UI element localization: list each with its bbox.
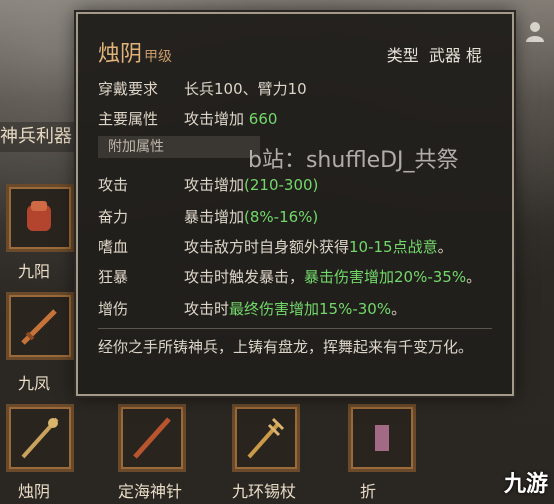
slot-label: 烛阴 <box>18 482 51 501</box>
weapon-slot-zhuyin[interactable] <box>6 404 74 472</box>
attr-text: 攻击时触发暴击， <box>184 268 305 286</box>
item-description: 经你之手所铸神兵，上铸有盘龙，挥舞起来有千变万化。 <box>98 338 474 356</box>
attr-value: 暴击伤害增加20%-35% <box>304 268 467 286</box>
extra-attr-header: 附加属性 <box>98 136 260 158</box>
row-key: 嗜血 <box>98 238 129 256</box>
row-value: 攻击增加(210-300) <box>184 174 318 195</box>
attr-value: 最终伤害增加15%-30% <box>229 300 392 318</box>
attr-value: 10-15点战意 <box>349 238 438 256</box>
item-name: 烛阴 甲级 <box>98 36 172 68</box>
user-icon[interactable] <box>524 20 546 42</box>
item-name-text: 烛阴 <box>98 42 143 67</box>
attr-text: 攻击敌方时自身额外获得 <box>184 238 350 256</box>
attr-text: 暴击增加 <box>184 208 245 226</box>
attr-suffix: 。 <box>391 300 407 318</box>
staff-icon <box>133 417 171 459</box>
sword-icon <box>21 309 57 345</box>
attr-text: 攻击时 <box>184 300 230 318</box>
brand-logo: 九游 <box>503 472 548 497</box>
trident-icon <box>247 417 285 459</box>
row-key: 主要属性 <box>98 110 159 128</box>
row-value: 攻击敌方时自身额外获得10-15点战意。 <box>184 236 453 257</box>
attr-value: (8%-16%) <box>244 208 319 226</box>
main-attr-text: 攻击增加 <box>184 110 245 128</box>
attr-suffix: 。 <box>437 238 453 256</box>
row-key: 狂暴 <box>98 268 129 286</box>
main-attr-value: 660 <box>248 110 278 128</box>
attr-suffix: 。 <box>466 268 482 286</box>
watermark: b站：shuffleDJ_共祭 <box>248 148 459 173</box>
attr-value: (210-300) <box>244 176 319 194</box>
item-type-label: 类型 <box>386 46 419 65</box>
item-type-value: 武器 棍 <box>428 46 482 65</box>
row-value: 长兵100、臂力10 <box>184 80 307 98</box>
slot-label: 折 <box>360 482 377 501</box>
weapon-slot-dinghai[interactable] <box>118 404 186 472</box>
row-key: 穿戴要求 <box>98 80 159 98</box>
weapon-slot-jiufeng[interactable] <box>6 292 74 360</box>
row-key: 攻击 <box>98 176 129 194</box>
row-key: 增伤 <box>98 300 129 318</box>
spiked-club-icon <box>375 425 389 451</box>
item-grade: 甲级 <box>144 49 173 65</box>
row-value: 攻击时触发暴击，暴击伤害增加20%-35%。 <box>184 266 481 287</box>
item-type: 类型 武器 棍 <box>387 42 482 66</box>
row-value: 攻击时最终伤害增加15%-30%。 <box>184 298 406 319</box>
weapon-slot-partial[interactable] <box>348 404 416 472</box>
slot-label: 九凤 <box>18 374 51 393</box>
slot-label: 九环锡杖 <box>232 482 297 501</box>
slot-label: 九阳 <box>18 262 51 281</box>
weapon-slot-jiuyang[interactable] <box>6 184 74 252</box>
row-value: 攻击增加 660 <box>184 108 277 129</box>
gauntlet-icon <box>27 201 51 231</box>
slot-label: 定海神针 <box>118 482 183 501</box>
item-tooltip: 烛阴 甲级 类型 武器 棍 穿戴要求 长兵100、臂力10 主要属性 攻击增加 6… <box>76 12 514 396</box>
row-key: 奋力 <box>98 208 129 226</box>
row-value: 暴击增加(8%-16%) <box>184 206 318 227</box>
staff-icon <box>21 417 59 459</box>
attr-text: 攻击增加 <box>184 176 245 194</box>
weapon-slot-jiuhuan[interactable] <box>232 404 300 472</box>
divider <box>98 328 492 329</box>
